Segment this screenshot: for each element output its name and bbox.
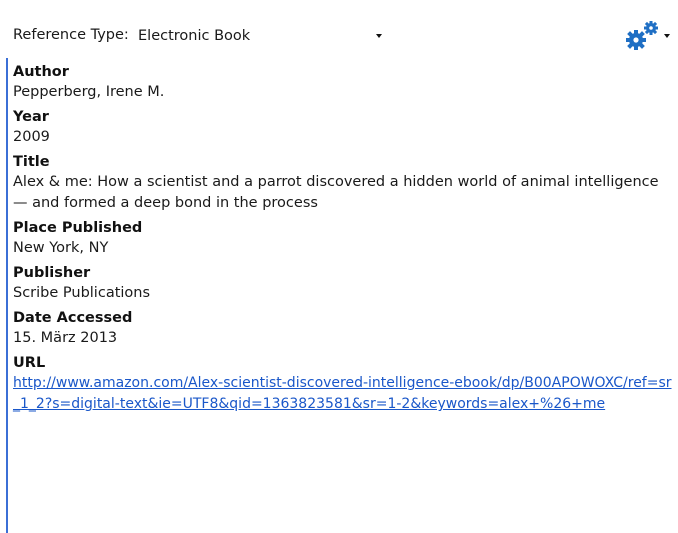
author-value[interactable]: Pepperberg, Irene M.	[13, 82, 673, 103]
year-value[interactable]: 2009	[13, 127, 673, 148]
field-place-published: Place Published New York, NY	[13, 218, 673, 259]
field-title: Title Alex & me: How a scientist and a p…	[13, 152, 673, 214]
date-accessed-value[interactable]: 15. März 2013	[13, 328, 673, 349]
field-url: URL http://www.amazon.com/Alex-scientist…	[13, 353, 673, 415]
reference-fields: Author Pepperberg, Irene M. Year 2009 Ti…	[13, 62, 673, 419]
reference-type-label: Reference Type:	[13, 27, 129, 43]
field-label: Year	[13, 109, 49, 125]
chevron-down-icon	[376, 34, 382, 38]
field-author: Author Pepperberg, Irene M.	[13, 62, 673, 103]
title-value[interactable]: Alex & me: How a scientist and a parrot …	[13, 172, 673, 214]
field-label: Title	[13, 154, 50, 170]
reference-toolbar: Reference Type: Electronic Book	[0, 18, 678, 54]
field-label: Publisher	[13, 265, 91, 281]
field-publisher: Publisher Scribe Publications	[13, 263, 673, 304]
active-field-indicator	[6, 58, 8, 533]
chevron-down-icon	[664, 34, 670, 38]
reference-type-select[interactable]: Electronic Book	[132, 24, 388, 46]
field-label: Date Accessed	[13, 310, 133, 326]
reference-type-value: Electronic Book	[138, 28, 251, 44]
settings-menu-button[interactable]	[624, 19, 674, 51]
url-link[interactable]: http://www.amazon.com/Alex-scientist-dis…	[13, 373, 673, 415]
field-label: Author	[13, 64, 69, 80]
field-date-accessed: Date Accessed 15. März 2013	[13, 308, 673, 349]
field-label: URL	[13, 355, 46, 371]
field-year: Year 2009	[13, 107, 673, 148]
place-published-value[interactable]: New York, NY	[13, 238, 673, 259]
publisher-value[interactable]: Scribe Publications	[13, 283, 673, 304]
gear-icon	[626, 21, 658, 50]
reference-panel: Reference Type: Electronic Book Author P…	[0, 0, 678, 533]
field-label: Place Published	[13, 220, 143, 236]
